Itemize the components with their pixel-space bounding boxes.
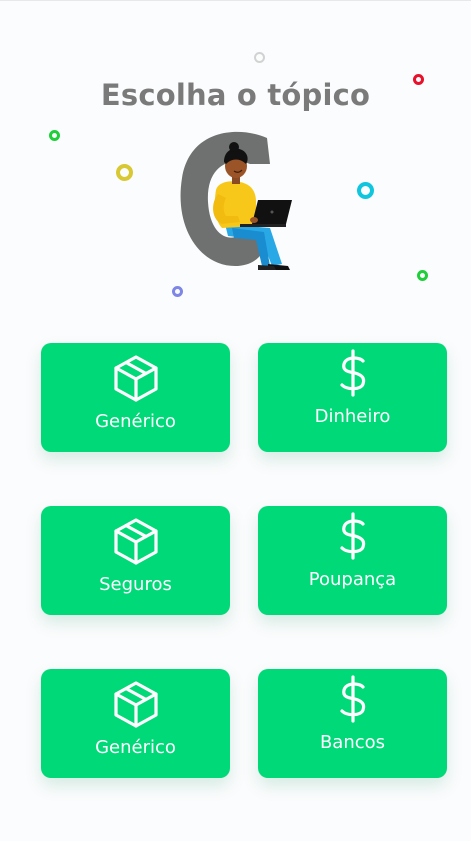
topic-label: Genérico bbox=[95, 411, 176, 432]
box-icon bbox=[113, 681, 158, 728]
decorative-ring-yellow bbox=[116, 164, 133, 181]
decorative-ring-green bbox=[49, 130, 60, 141]
decorative-ring-cyan bbox=[357, 182, 374, 199]
decorative-ring-purple bbox=[172, 286, 183, 297]
person-with-laptop-illustration bbox=[180, 131, 292, 270]
topic-card-generico-2[interactable]: Genérico bbox=[41, 669, 230, 778]
top-divider bbox=[0, 0, 471, 1]
topic-card-bancos[interactable]: Bancos bbox=[258, 669, 447, 778]
box-icon bbox=[113, 518, 158, 565]
topic-label: Genérico bbox=[95, 737, 176, 758]
page-title: Escolha o tópico bbox=[100, 78, 371, 112]
topic-label: Bancos bbox=[319, 732, 386, 753]
dollar-icon bbox=[339, 675, 365, 723]
dollar-icon bbox=[339, 349, 365, 397]
topic-card-seguros[interactable]: Seguros bbox=[41, 506, 230, 615]
topic-label: Dinheiro bbox=[314, 406, 391, 427]
topic-label: Seguros bbox=[99, 574, 172, 595]
decorative-ring-gray bbox=[254, 52, 265, 63]
decorative-ring-green-small bbox=[417, 270, 428, 281]
topic-card-poupanca[interactable]: Poupança bbox=[258, 506, 447, 615]
topic-label: Poupança bbox=[308, 569, 397, 590]
topic-card-dinheiro[interactable]: Dinheiro bbox=[258, 343, 447, 452]
dollar-icon bbox=[339, 512, 365, 560]
topic-card-generico[interactable]: Genérico bbox=[41, 343, 230, 452]
box-icon bbox=[113, 355, 158, 402]
